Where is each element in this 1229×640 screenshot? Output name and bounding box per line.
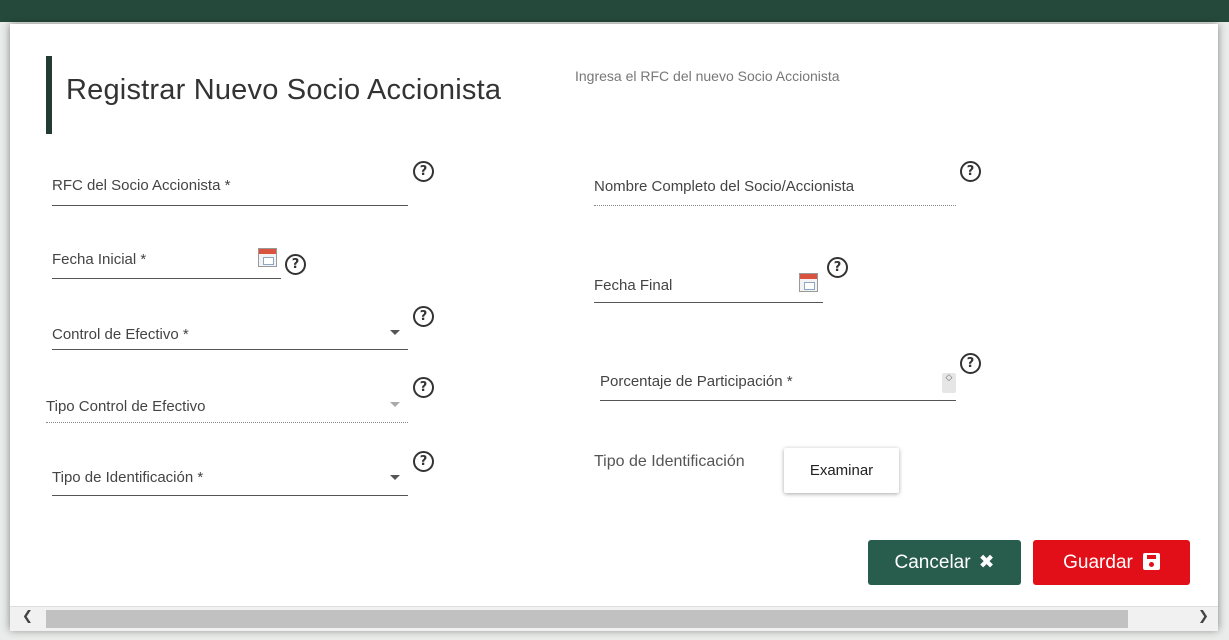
fecha-inicial-label: Fecha Inicial * — [52, 251, 147, 268]
control-efectivo-select[interactable] — [52, 349, 408, 350]
rfc-help-icon[interactable]: ? — [413, 161, 434, 182]
rfc-label: RFC del Socio Accionista * — [52, 177, 231, 194]
fecha-final-input[interactable] — [594, 302, 823, 303]
tipo-control-caret-icon — [390, 402, 400, 407]
fecha-inicial-help-icon[interactable]: ? — [285, 254, 306, 275]
tipo-control-label: Tipo Control de Efectivo — [46, 398, 206, 415]
tipo-identificacion-file-label: Tipo de Identificación — [594, 453, 745, 470]
scrollbar-thumb[interactable] — [46, 610, 1128, 628]
tipo-identificacion-label: Tipo de Identificación * — [52, 469, 204, 486]
title-accent-bar — [46, 56, 52, 134]
porcentaje-input[interactable] — [600, 400, 956, 401]
control-efectivo-label: Control de Efectivo * — [52, 326, 189, 343]
register-modal: Registrar Nuevo Socio Accionista Ingresa… — [10, 24, 1218, 630]
tipo-identificacion-caret-icon[interactable] — [390, 475, 400, 480]
rfc-input[interactable] — [52, 205, 408, 206]
nombre-label: Nombre Completo del Socio/Accionista — [594, 178, 855, 195]
tipo-control-help-icon[interactable]: ? — [413, 377, 434, 398]
fecha-final-label: Fecha Final — [594, 277, 673, 294]
scroll-left-icon[interactable]: ❮ — [22, 609, 33, 624]
nombre-input — [594, 205, 956, 206]
porcentaje-help-icon[interactable]: ? — [960, 353, 981, 374]
save-button[interactable]: Guardar — [1033, 540, 1190, 585]
porcentaje-spinner-icon[interactable]: ◇ — [942, 373, 956, 393]
examinar-button[interactable]: Examinar — [784, 448, 899, 493]
close-icon: ✖ — [978, 551, 995, 573]
fecha-final-calendar-icon[interactable] — [799, 273, 818, 292]
cancel-button-label: Cancelar — [894, 552, 971, 573]
scroll-right-icon[interactable]: ❯ — [1198, 609, 1209, 624]
horizontal-scrollbar[interactable]: ❮ ❯ — [10, 606, 1218, 631]
modal-title: Registrar Nuevo Socio Accionista — [66, 74, 502, 106]
tipo-identificacion-help-icon[interactable]: ? — [413, 451, 434, 472]
cancel-button[interactable]: Cancelar ✖ — [868, 540, 1021, 585]
fecha-inicial-input[interactable] — [52, 278, 281, 279]
tipo-control-select — [46, 422, 408, 423]
nombre-help-icon[interactable]: ? — [960, 161, 981, 182]
modal-subtitle: Ingresa el RFC del nuevo Socio Accionist… — [575, 68, 840, 84]
save-button-label: Guardar — [1063, 552, 1133, 573]
tipo-identificacion-select[interactable] — [52, 495, 408, 496]
background-header — [0, 0, 1229, 22]
porcentaje-label: Porcentaje de Participación * — [600, 373, 793, 390]
fecha-inicial-calendar-icon[interactable] — [258, 248, 277, 267]
control-efectivo-caret-icon[interactable] — [390, 330, 400, 335]
floppy-disk-icon — [1142, 553, 1160, 570]
fecha-final-help-icon[interactable]: ? — [827, 257, 848, 278]
control-efectivo-help-icon[interactable]: ? — [413, 306, 434, 327]
